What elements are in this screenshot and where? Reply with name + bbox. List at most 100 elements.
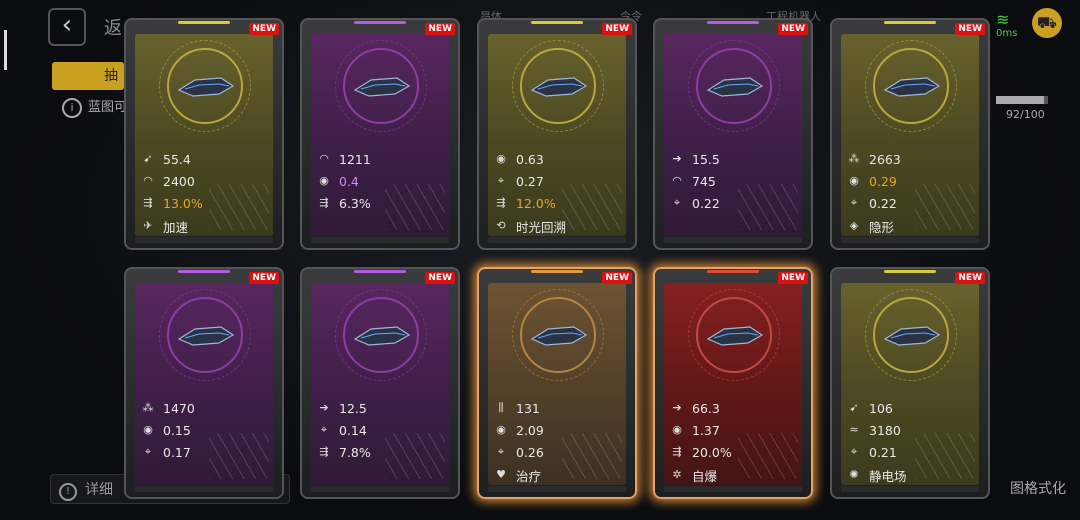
blueprint-card[interactable]: ⫼ 131 ◉ 2.09 ⌖ 0.26 ♥ 治疗 NEW bbox=[477, 267, 637, 499]
info-text: 蓝图可 bbox=[88, 100, 128, 115]
hex-pattern bbox=[385, 184, 445, 230]
shop-cart-icon[interactable]: ⛟ bbox=[1032, 8, 1062, 38]
info-row: i 蓝图可 bbox=[62, 96, 127, 118]
new-badge: NEW bbox=[778, 272, 808, 284]
back-button[interactable]: ‹ bbox=[48, 8, 86, 46]
card-footer bbox=[841, 237, 979, 243]
stat-row: ⇶ 7.8% bbox=[317, 443, 370, 461]
evade-icon: ⇶ bbox=[319, 445, 329, 458]
blueprint-card[interactable]: ⁂ 1470 ◉ 0.15 ⌖ 0.17 NEW bbox=[124, 267, 284, 499]
stat-row: ◉ 0.15 bbox=[141, 421, 191, 439]
card-body: ⁂ 2663 ◉ 0.29 ⌖ 0.22 ◈ 隐形 bbox=[841, 34, 979, 236]
stat-row: ⟲ 时光回溯 bbox=[494, 217, 566, 235]
stat-value: 3180 bbox=[869, 422, 901, 438]
ship-icon bbox=[177, 77, 235, 97]
ship-icon bbox=[530, 77, 588, 97]
ship-icon bbox=[883, 326, 941, 346]
card-footer bbox=[664, 486, 802, 492]
stat-value: 2.09 bbox=[516, 422, 544, 438]
tab-active[interactable]: 抽 bbox=[52, 62, 124, 90]
arrow-right-icon: ➔ bbox=[672, 152, 682, 165]
stat-value: 0.14 bbox=[339, 422, 367, 438]
crosshair-icon: ⌖ bbox=[850, 445, 858, 458]
ship-icon bbox=[706, 77, 764, 97]
evade-icon: ⇶ bbox=[496, 196, 506, 209]
arrow-right-icon: ➔ bbox=[319, 401, 329, 414]
stat-value: 0.17 bbox=[163, 444, 191, 460]
stat-row: ⇶ 12.0% bbox=[494, 194, 555, 212]
stealth-icon: ◈ bbox=[849, 219, 859, 232]
stat-row: ⇶ 13.0% bbox=[141, 194, 202, 212]
stat-value: 0.21 bbox=[869, 444, 897, 460]
new-badge: NEW bbox=[249, 23, 279, 35]
self-destruct-icon: ✲ bbox=[672, 468, 682, 481]
blueprint-card[interactable]: ➹ 106 ≈3180 ⌖ 0.21 ✺ 静电场 NEW bbox=[830, 267, 990, 499]
stat-value: 0.22 bbox=[869, 195, 897, 211]
new-badge: NEW bbox=[249, 272, 279, 284]
stat-row: ⇶ 6.3% bbox=[317, 194, 371, 212]
blueprint-card[interactable]: ➔ 12.5 ⌖ 0.14 ⇶ 7.8% NEW bbox=[300, 267, 460, 499]
target-circle-icon: ◉ bbox=[672, 423, 682, 436]
card-footer bbox=[664, 237, 802, 243]
stat-row: ✲ 自爆 bbox=[670, 466, 717, 484]
stat-row: ◈ 隐形 bbox=[847, 217, 894, 235]
cluster-icon: ⁂ bbox=[848, 152, 860, 165]
stat-value: 时光回溯 bbox=[516, 219, 567, 235]
card-footer bbox=[135, 237, 273, 243]
hex-pattern bbox=[385, 433, 445, 479]
rarity-bar bbox=[531, 21, 583, 24]
blueprint-card[interactable]: ⁂ 2663 ◉ 0.29 ⌖ 0.22 ◈ 隐形 NEW bbox=[830, 18, 990, 250]
info-icon: ! bbox=[59, 483, 77, 501]
stat-value: 加速 bbox=[163, 219, 189, 235]
stat-row: ◉ 0.63 bbox=[494, 150, 544, 168]
card-footer bbox=[311, 486, 449, 492]
stat-value: 12.5 bbox=[339, 400, 367, 416]
hex-pattern bbox=[562, 433, 622, 479]
stat-row: ➹ 55.4 bbox=[141, 150, 191, 168]
stat-row: ◠ 2400 bbox=[141, 172, 195, 190]
target-circle-icon: ◉ bbox=[143, 423, 153, 436]
blueprint-card[interactable]: ➔ 66.3 ◉ 1.37 ⇶ 20.0% ✲ 自爆 NEW bbox=[653, 267, 813, 499]
shield-arc-icon: ◠ bbox=[672, 174, 682, 187]
new-badge: NEW bbox=[602, 23, 632, 35]
speed-icon: ➹ bbox=[849, 401, 859, 414]
stat-row: ⌖ 0.22 bbox=[670, 194, 720, 212]
stat-value: 1211 bbox=[339, 151, 371, 167]
blueprint-card[interactable]: ◉ 0.63 ⌖ 0.27 ⇶ 12.0% ⟲ 时光回溯 NEW bbox=[477, 18, 637, 250]
stat-row: ◠ 1211 bbox=[317, 150, 371, 168]
stat-row: ◉ 0.4 bbox=[317, 172, 359, 190]
stat-row: ✺ 静电场 bbox=[847, 466, 906, 484]
crosshair-icon: ⌖ bbox=[320, 423, 328, 436]
stat-value: 自爆 bbox=[692, 468, 718, 484]
card-footer bbox=[488, 237, 626, 243]
target-circle-icon: ◉ bbox=[496, 152, 506, 165]
ship-icon bbox=[706, 326, 764, 346]
blueprint-card[interactable]: ➔ 15.5 ◠ 745 ⌖ 0.22 NEW bbox=[653, 18, 813, 250]
rarity-bar bbox=[354, 270, 406, 273]
speed-icon: ➹ bbox=[143, 152, 153, 165]
ship-icon bbox=[353, 326, 411, 346]
new-badge: NEW bbox=[955, 23, 985, 35]
blueprint-card[interactable]: ◠ 1211 ◉ 0.4 ⇶ 6.3% NEW bbox=[300, 18, 460, 250]
stat-row: ⌖ 0.27 bbox=[494, 172, 544, 190]
format-label[interactable]: 图格式化 bbox=[1010, 478, 1066, 498]
stat-value: 治疗 bbox=[516, 468, 542, 484]
stat-row: ➔ 66.3 bbox=[670, 399, 719, 417]
ping-label: 0ms bbox=[996, 28, 1018, 39]
evade-icon: ⇶ bbox=[319, 196, 329, 209]
blueprint-card[interactable]: ➹ 55.4 ◠ 2400 ⇶ 13.0% ✈ 加速 NEW bbox=[124, 18, 284, 250]
cluster-icon: ⁂ bbox=[142, 401, 154, 414]
hex-pattern bbox=[915, 433, 975, 479]
target-circle-icon: ◉ bbox=[496, 423, 506, 436]
stat-value: 55.4 bbox=[163, 151, 191, 167]
rarity-bar bbox=[707, 270, 759, 273]
card-body: ⁂ 1470 ◉ 0.15 ⌖ 0.17 bbox=[135, 283, 273, 485]
shield-arc-icon: ◠ bbox=[319, 152, 329, 165]
stat-value: 6.3% bbox=[339, 195, 371, 211]
stat-row: ➔ 12.5 bbox=[317, 399, 367, 417]
stat-row: ⁂ 2663 bbox=[847, 150, 901, 168]
card-footer bbox=[311, 237, 449, 243]
card-body: ➔ 12.5 ⌖ 0.14 ⇶ 7.8% bbox=[311, 283, 449, 485]
wifi-icon: ≋ bbox=[996, 10, 1010, 29]
capacity-text: 92/100 bbox=[1006, 108, 1045, 121]
